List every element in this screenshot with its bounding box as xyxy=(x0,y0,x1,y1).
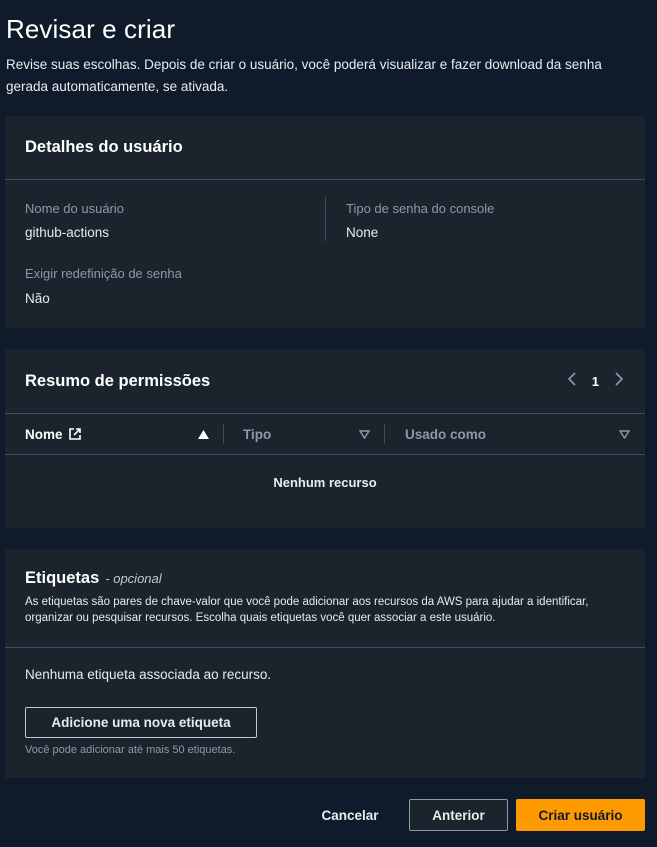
page-description: Revise suas escolhas. Depois de criar o … xyxy=(6,57,602,94)
username-value: github-actions xyxy=(25,225,110,240)
column-divider xyxy=(325,197,326,241)
permissions-title: Resumo de permissões xyxy=(25,371,211,390)
add-tag-button[interactable]: Adicione uma nova etiqueta xyxy=(25,707,257,738)
chevron-right-icon[interactable] xyxy=(613,371,625,391)
sort-ascending-icon[interactable] xyxy=(198,414,209,454)
user-details-card: Detalhes do usuário Nome do usuário gith… xyxy=(5,116,645,328)
console-password-value: None xyxy=(346,225,379,240)
user-details-header: Detalhes do usuário xyxy=(5,116,645,180)
tags-title: Etiquetas xyxy=(25,569,100,587)
page-title: Revisar e criar xyxy=(6,14,176,44)
page-number[interactable]: 1 xyxy=(592,374,599,389)
tags-header: Etiquetas - opcional As etiquetas são pa… xyxy=(5,549,645,648)
tags-description: As etiquetas são pares de chave-valor qu… xyxy=(25,596,589,624)
cancel-button[interactable]: Cancelar xyxy=(305,799,395,831)
column-header-name[interactable]: Nome xyxy=(25,414,82,454)
column-name-label: Nome xyxy=(25,426,63,442)
user-details-title: Detalhes do usuário xyxy=(25,138,183,156)
pagination: 1 xyxy=(566,371,625,391)
chevron-left-icon[interactable] xyxy=(566,371,578,391)
column-header-used-as[interactable]: Usado como xyxy=(405,414,486,454)
external-link-icon xyxy=(68,427,82,441)
create-user-button[interactable]: Criar usuário xyxy=(516,799,645,831)
empty-state: Nenhum recurso xyxy=(273,475,377,490)
tags-hint: Você pode adicionar até mais 50 etiqueta… xyxy=(25,744,236,756)
require-reset-label: Exigir redefinição de senha xyxy=(25,266,182,281)
optional-label: - opcional xyxy=(105,571,162,586)
tags-card: Etiquetas - opcional As etiquetas são pa… xyxy=(5,549,645,778)
sort-caret-icon[interactable] xyxy=(619,414,630,454)
no-tags-text: Nenhuma etiqueta associada ao recurso. xyxy=(25,667,272,682)
permissions-header: Resumo de permissões 1 xyxy=(5,349,645,413)
sort-caret-icon[interactable] xyxy=(359,414,370,454)
require-reset-value: Não xyxy=(25,291,50,306)
permissions-card: Resumo de permissões 1 Nome Tipo Usado c… xyxy=(5,349,645,528)
column-header-type[interactable]: Tipo xyxy=(243,414,271,454)
username-label: Nome do usuário xyxy=(25,201,124,216)
column-divider xyxy=(223,424,224,444)
previous-button[interactable]: Anterior xyxy=(409,799,508,831)
column-divider xyxy=(384,424,385,444)
console-password-label: Tipo de senha do console xyxy=(346,201,495,216)
permissions-table-header: Nome Tipo Usado como xyxy=(5,413,645,455)
